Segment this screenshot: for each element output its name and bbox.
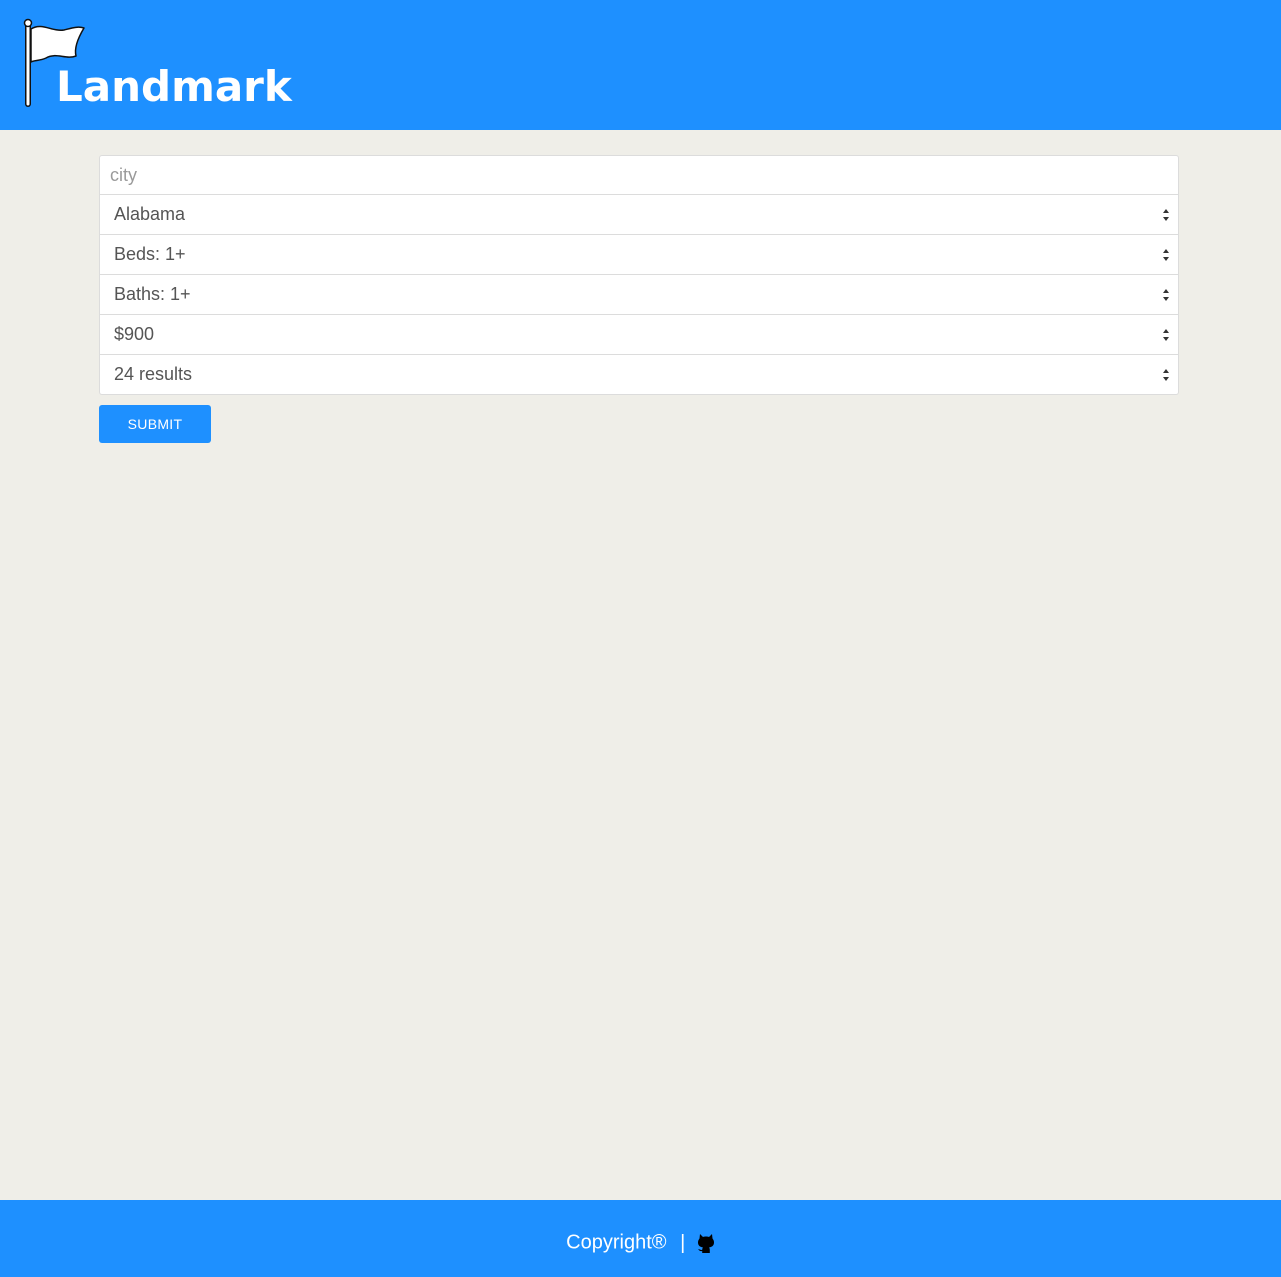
city-input[interactable] xyxy=(100,156,1178,194)
submit-button[interactable]: SUBMIT xyxy=(99,405,211,443)
logo-link[interactable]: Landmark xyxy=(22,18,302,111)
city-field-wrapper xyxy=(99,155,1179,195)
select-arrows-icon xyxy=(1163,209,1169,221)
footer-content: Copyright® | xyxy=(0,1228,1281,1256)
select-arrows-icon xyxy=(1163,369,1169,381)
beds-select-value: Beds: 1+ xyxy=(114,244,186,264)
baths-select-value: Baths: 1+ xyxy=(114,284,191,304)
baths-select[interactable]: Baths: 1+ xyxy=(99,275,1179,315)
select-arrows-icon xyxy=(1163,289,1169,301)
footer-separator: | xyxy=(680,1231,686,1254)
select-arrows-icon xyxy=(1163,249,1169,261)
copyright-text: Copyright® xyxy=(566,1231,667,1254)
header: Landmark xyxy=(0,0,1281,130)
results-select-value: 24 results xyxy=(114,364,193,384)
state-select[interactable]: Alabama xyxy=(99,195,1179,235)
select-arrows-icon xyxy=(1163,329,1169,341)
results-select[interactable]: 24 results xyxy=(99,355,1179,395)
github-icon[interactable] xyxy=(697,1232,715,1254)
logo-text: Landmark xyxy=(56,62,292,111)
price-select-value: $900 xyxy=(114,324,155,344)
search-form: Alabama Beds: 1+ Baths: 1+ $900 24 resul… xyxy=(99,155,1179,395)
price-select[interactable]: $900 xyxy=(99,315,1179,355)
state-select-value: Alabama xyxy=(114,204,186,224)
beds-select[interactable]: Beds: 1+ xyxy=(99,235,1179,275)
footer: Copyright® | xyxy=(0,1200,1281,1277)
